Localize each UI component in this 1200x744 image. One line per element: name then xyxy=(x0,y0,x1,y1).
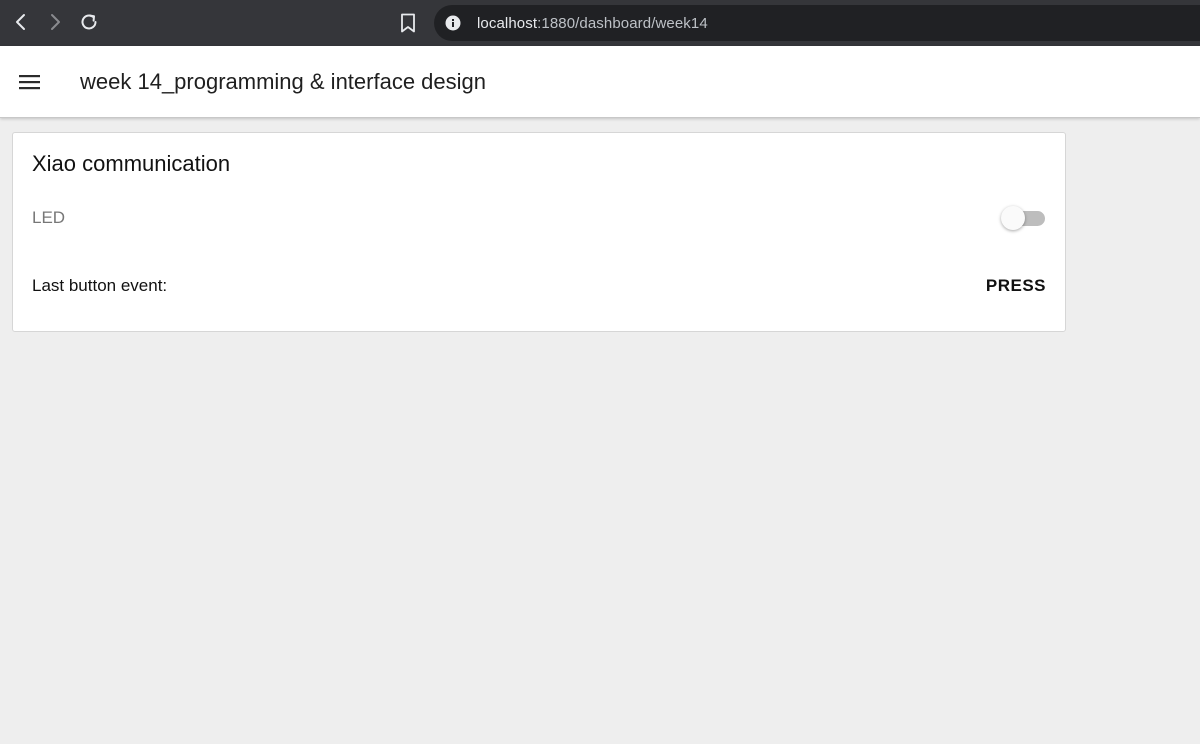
bookmark-icon xyxy=(401,13,415,33)
led-switch-label: LED xyxy=(32,208,66,227)
toggle-thumb xyxy=(1001,206,1025,230)
dashboard-toolbar: week 14_programming & interface design xyxy=(0,46,1200,118)
forward-arrow-icon xyxy=(51,14,60,30)
led-switch-row[interactable]: LED xyxy=(13,199,1065,235)
bookmark-button[interactable] xyxy=(394,8,422,38)
back-button[interactable] xyxy=(6,7,36,37)
reload-icon xyxy=(81,14,97,30)
site-info-button[interactable] xyxy=(443,13,463,33)
browser-toolbar: localhost:1880/dashboard/week14 xyxy=(0,0,1200,46)
menu-button[interactable] xyxy=(14,68,46,96)
info-icon xyxy=(445,15,461,31)
hamburger-menu-icon xyxy=(19,75,40,90)
group-card: Xiao communication LED Last button event… xyxy=(12,132,1066,332)
led-toggle-switch[interactable] xyxy=(1001,205,1047,231)
url-text[interactable]: localhost:1880/dashboard/week14 xyxy=(477,15,708,32)
reload-button[interactable] xyxy=(74,7,104,37)
address-bar[interactable]: localhost:1880/dashboard/week14 xyxy=(434,5,1200,41)
url-path: :1880/dashboard/week14 xyxy=(537,14,708,32)
button-event-row: Last button event: PRESS xyxy=(13,273,1065,299)
group-title: Xiao communication xyxy=(32,151,231,176)
button-event-value: PRESS xyxy=(985,276,1046,295)
page-title: week 14_programming & interface design xyxy=(80,69,487,94)
url-host: localhost xyxy=(477,14,538,32)
forward-button[interactable] xyxy=(40,7,70,37)
button-event-label: Last button event: xyxy=(32,276,168,295)
back-arrow-icon xyxy=(16,14,25,30)
